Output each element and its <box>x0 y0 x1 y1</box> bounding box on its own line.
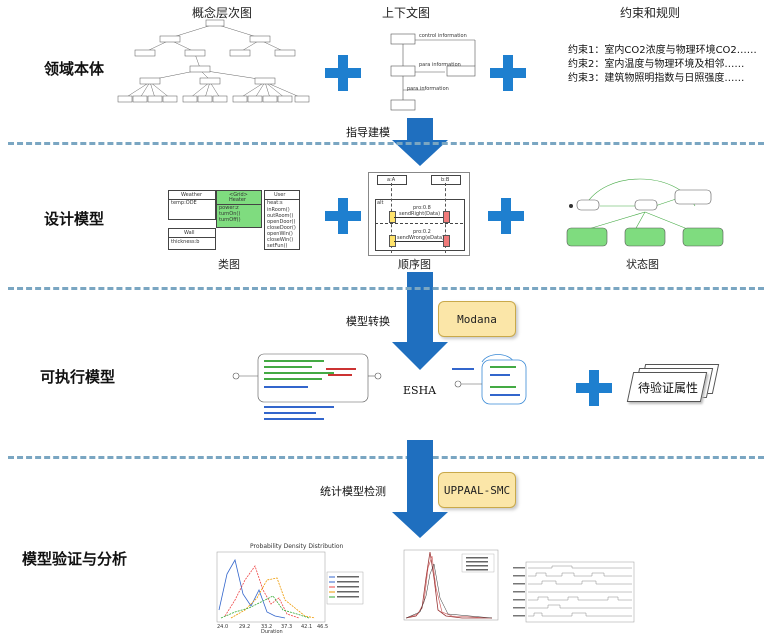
class-heater: <Grid> Heater power:z turnOn() turnOff() <box>216 190 262 228</box>
class-wall: Wall thickness:b <box>168 228 216 250</box>
pdf-xtick: 24.0 <box>217 624 229 630</box>
section-divider <box>8 456 764 459</box>
sequence-diagram: a:A b:B alt pro:0.8 sendRight(Data) pro:… <box>368 172 470 256</box>
properties-label: 待验证属性 <box>638 381 699 395</box>
constraint-1: 约束1：室内CO2浓度与物理环境CO2…… <box>568 45 757 56</box>
context-diagram: control information para information par… <box>385 26 485 116</box>
constraint-2: 约束2：室内温度与物理环境及相邻…… <box>568 59 745 70</box>
pdf-xtick: 42.1 <box>301 624 313 630</box>
arrow-label-transform: 模型转换 <box>346 315 390 328</box>
plus-icon <box>490 55 526 91</box>
plus-icon <box>576 370 612 406</box>
caption-sequence: 顺序图 <box>398 258 431 271</box>
context-mid-label: para information <box>419 62 461 68</box>
class-user: User heat:s inRoom() outRoom() openDoor(… <box>264 190 300 250</box>
plus-icon <box>325 198 361 234</box>
pdf-xlabel: Duration <box>261 629 283 635</box>
caption-class: 类图 <box>218 258 240 271</box>
arrow-label-smc: 统计模型检测 <box>320 485 386 498</box>
pdf-xtick: 29.2 <box>239 624 251 630</box>
properties-stack: 待验证属性 <box>626 364 720 404</box>
constraint-3: 约束3：建筑物照明指数与日照强度…… <box>568 73 745 84</box>
class-diagram: Weather temp:ODE <Grid> Heater power:z t… <box>168 190 300 250</box>
plus-icon <box>488 198 524 234</box>
row-label-verify: 模型验证与分析 <box>22 550 128 568</box>
esha-label: ESHA <box>403 384 437 397</box>
section-divider <box>8 287 764 290</box>
header-context: 上下文图 <box>382 6 431 20</box>
tool-modana: Modana <box>438 301 516 337</box>
class-weather: Weather temp:ODE <box>168 190 216 220</box>
caption-state: 状态图 <box>626 258 659 271</box>
esha-automaton-small <box>452 354 527 405</box>
plus-icon <box>325 55 361 91</box>
esha-automaton <box>232 353 382 420</box>
state-diagram <box>566 178 724 247</box>
concept-hierarchy-diagram <box>117 19 310 103</box>
pdf-chart: Probability Density Distribution 24.0 29… <box>205 544 365 635</box>
header-constraints: 约束和规则 <box>620 6 681 20</box>
pdf-xtick: 46.5 <box>317 624 329 630</box>
arrow-label-guide: 指导建模 <box>346 126 390 139</box>
row-label-design: 设计模型 <box>44 210 105 228</box>
row-label-executable: 可执行模型 <box>40 368 116 386</box>
context-top-label: control information <box>419 33 467 39</box>
probability-plot <box>403 549 499 621</box>
section-divider <box>8 142 764 145</box>
row-label-domain: 领域本体 <box>44 60 105 78</box>
tool-uppaal: UPPAAL-SMC <box>438 472 516 508</box>
context-bottom-label: para information <box>407 86 449 92</box>
timeline-plot <box>513 561 635 623</box>
